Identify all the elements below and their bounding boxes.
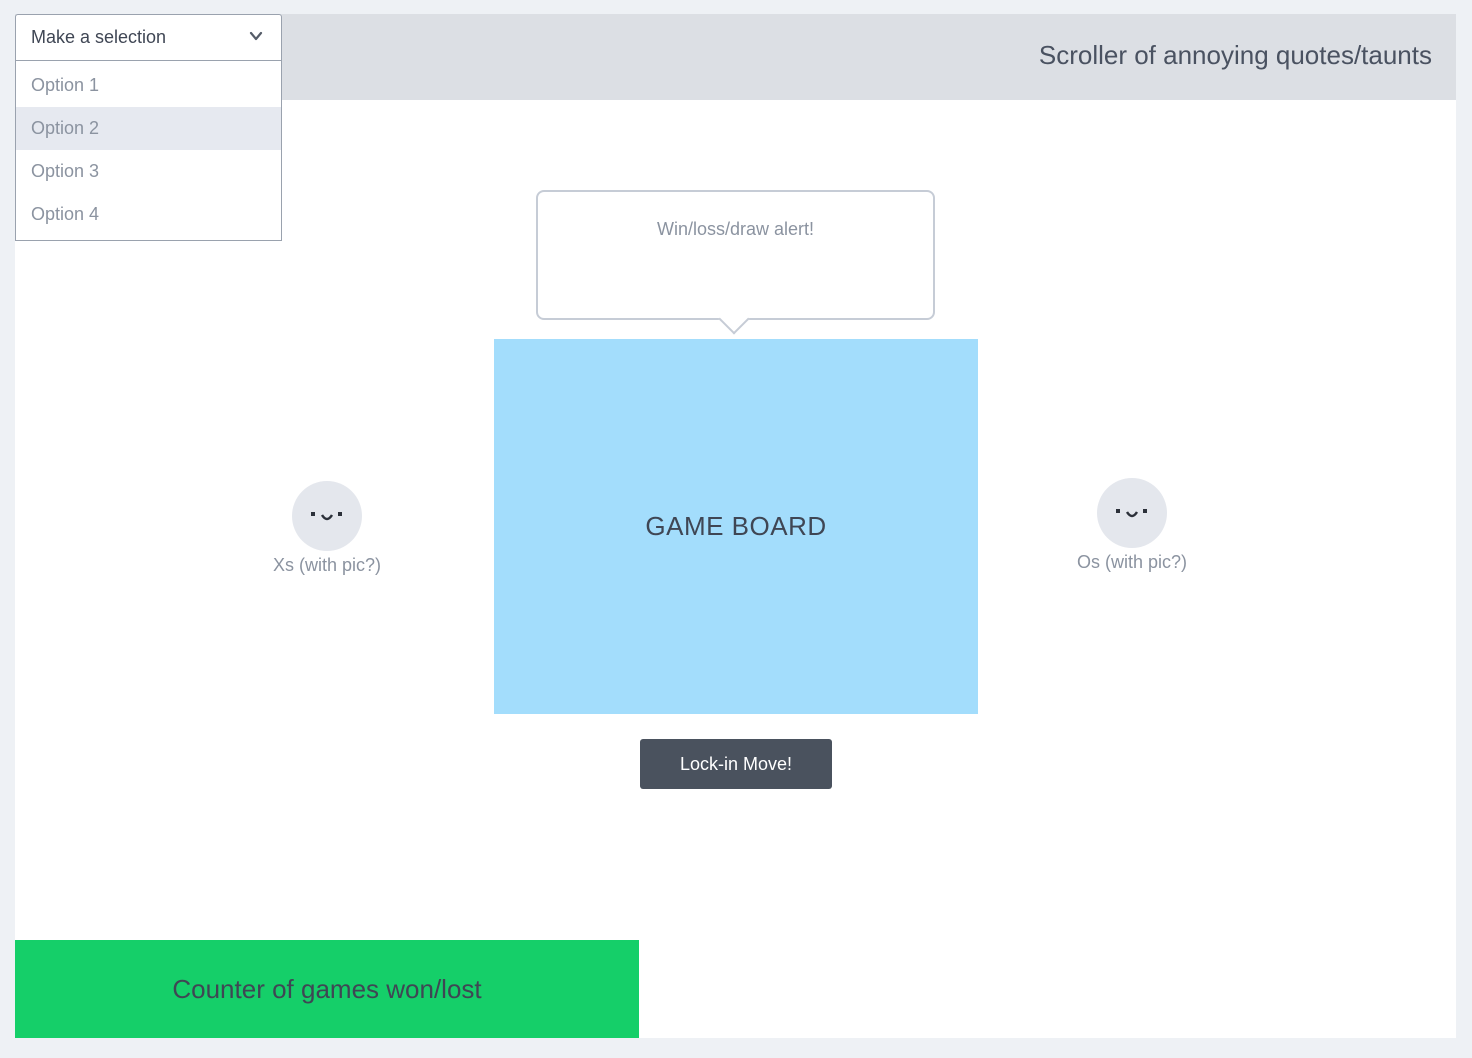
player-x-label: Xs (with pic?) (272, 555, 382, 575)
bubble-tail (718, 303, 750, 335)
smiley-face-icon (1116, 509, 1147, 518)
dropdown-option-4[interactable]: Option 4 (16, 193, 281, 236)
player-o: Os (with pic?) (1052, 478, 1212, 573)
lock-in-move-button[interactable]: Lock-in Move! (640, 739, 832, 789)
dropdown-option-3[interactable]: Option 3 (16, 150, 281, 193)
player-o-avatar (1097, 478, 1167, 548)
player-x-avatar (292, 481, 362, 551)
game-alert-text: Win/loss/draw alert! (656, 219, 815, 239)
games-counter-label: Counter of games won/lost (172, 973, 482, 1004)
game-board-label: GAME BOARD (645, 511, 827, 541)
taunt-scroller-title: Scroller of annoying quotes/taunts (1038, 40, 1432, 70)
player-o-label: Os (with pic?) (1076, 552, 1188, 572)
game-alert-bubble: Win/loss/draw alert! (536, 190, 935, 335)
dropdown-trigger[interactable]: Make a selection (15, 14, 282, 61)
game-board[interactable]: GAME BOARD (494, 339, 978, 714)
selection-dropdown[interactable]: Make a selection Option 1 Option 2 Optio… (15, 14, 282, 241)
games-counter: Counter of games won/lost (15, 940, 639, 1038)
player-x: Xs (with pic?) (247, 481, 407, 576)
chevron-down-icon (249, 31, 263, 41)
dropdown-option-2[interactable]: Option 2 (16, 107, 281, 150)
dropdown-selected-label: Make a selection (31, 27, 167, 47)
dropdown-option-1[interactable]: Option 1 (16, 64, 281, 107)
smiley-face-icon (311, 512, 342, 521)
dropdown-menu: Option 1 Option 2 Option 3 Option 4 (15, 61, 282, 241)
